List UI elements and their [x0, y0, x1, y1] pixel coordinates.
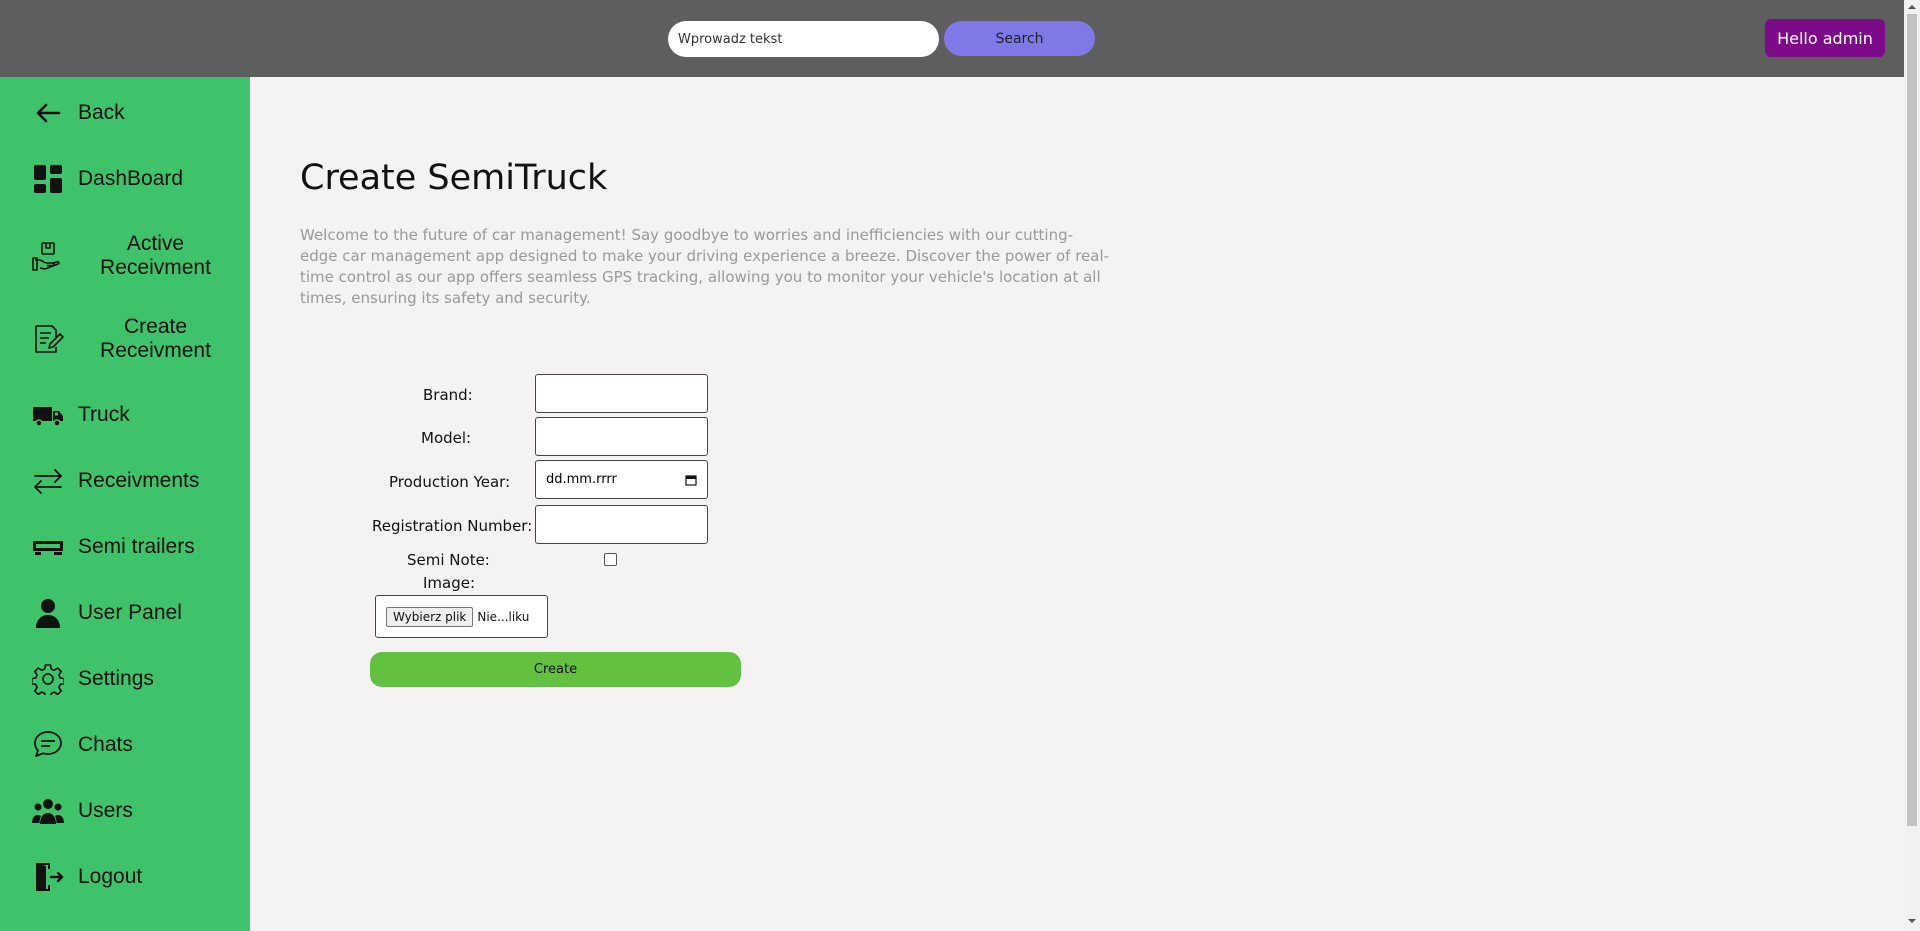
scrollbar[interactable]: [1904, 0, 1920, 931]
sidebar-item-label: Create Receivment: [100, 315, 211, 362]
model-label: Model:: [421, 429, 472, 447]
sidebar-item-active-receivment[interactable]: Active Receivment: [0, 231, 250, 281]
user-greeting-button[interactable]: Hello admin: [1765, 19, 1885, 57]
sidebar-item-create-receivment[interactable]: Create Receivment: [0, 314, 250, 364]
create-button[interactable]: Create: [370, 652, 741, 687]
gear-icon: [32, 663, 64, 695]
sidebar-item-settings[interactable]: Settings: [0, 659, 250, 699]
scroll-down-arrow-icon[interactable]: [1908, 917, 1916, 925]
sidebar-item-back[interactable]: Back: [0, 93, 250, 133]
arrows-exchange-icon: [32, 465, 64, 497]
truck-icon: [32, 399, 64, 431]
sidebar-item-label: DashBoard: [78, 167, 184, 190]
sidebar-item-label: Active Receivment: [100, 232, 211, 279]
model-input[interactable]: [535, 417, 708, 456]
arrow-left-icon: [32, 97, 64, 129]
sidebar-item-label: Logout: [78, 865, 143, 888]
sidebar-item-label: Back: [78, 101, 125, 124]
trailer-icon: [32, 531, 64, 563]
top-bar: Search Hello admin: [0, 0, 1904, 77]
scrollbar-thumb[interactable]: [1907, 14, 1917, 826]
sidebar-item-label: Settings: [78, 667, 154, 690]
date-placeholder: dd.mm.rrrr: [546, 472, 617, 487]
document-edit-icon: [32, 323, 64, 355]
sidebar-item-label: Truck: [78, 403, 130, 426]
sidebar-item-label: Users: [78, 799, 133, 822]
chat-icon: [32, 729, 64, 761]
sidebar-item-users[interactable]: Users: [0, 791, 250, 831]
sidebar-item-receivments[interactable]: Receivments: [0, 461, 250, 501]
sidebar-item-logout[interactable]: Logout: [0, 857, 250, 897]
logout-icon: [32, 861, 64, 893]
intro-text: Welcome to the future of car management!…: [300, 226, 1110, 307]
user-icon: [32, 597, 64, 629]
file-name-text: Nie...liku: [477, 609, 530, 624]
semi-note-label: Semi Note:: [407, 551, 490, 569]
image-file-input[interactable]: Wybierz plik Nie...liku: [375, 595, 548, 638]
sidebar-item-label: User Panel: [78, 601, 182, 624]
production-year-input[interactable]: dd.mm.rrrr: [535, 460, 708, 499]
sidebar-item-chats[interactable]: Chats: [0, 725, 250, 765]
production-year-label: Production Year:: [389, 473, 511, 491]
sidebar-item-dashboard[interactable]: DashBoard: [0, 159, 250, 199]
dashboard-icon: [32, 163, 64, 195]
registration-number-input[interactable]: [535, 505, 708, 544]
brand-label: Brand:: [423, 386, 473, 404]
hand-package-icon: [32, 240, 64, 272]
image-label: Image:: [423, 574, 476, 592]
sidebar: Back DashBoard Active Receivment Create …: [0, 77, 250, 931]
sidebar-item-semi-trailers[interactable]: Semi trailers: [0, 527, 250, 567]
brand-input[interactable]: [535, 374, 708, 413]
search-input[interactable]: [668, 21, 939, 57]
users-icon: [32, 795, 64, 827]
calendar-icon[interactable]: [685, 474, 697, 486]
sidebar-item-label: Chats: [78, 733, 133, 756]
scroll-up-arrow-icon[interactable]: [1908, 3, 1916, 11]
sidebar-item-label: Receivments: [78, 469, 200, 492]
sidebar-item-label: Semi trailers: [78, 535, 195, 558]
sidebar-item-user-panel[interactable]: User Panel: [0, 593, 250, 633]
choose-file-button[interactable]: Wybierz plik: [386, 606, 474, 627]
semi-note-checkbox[interactable]: [604, 553, 617, 566]
registration-number-label: Registration Number:: [372, 517, 533, 535]
page-title: Create SemiTruck: [300, 158, 608, 198]
sidebar-item-truck[interactable]: Truck: [0, 395, 250, 435]
search-button[interactable]: Search: [944, 21, 1095, 56]
